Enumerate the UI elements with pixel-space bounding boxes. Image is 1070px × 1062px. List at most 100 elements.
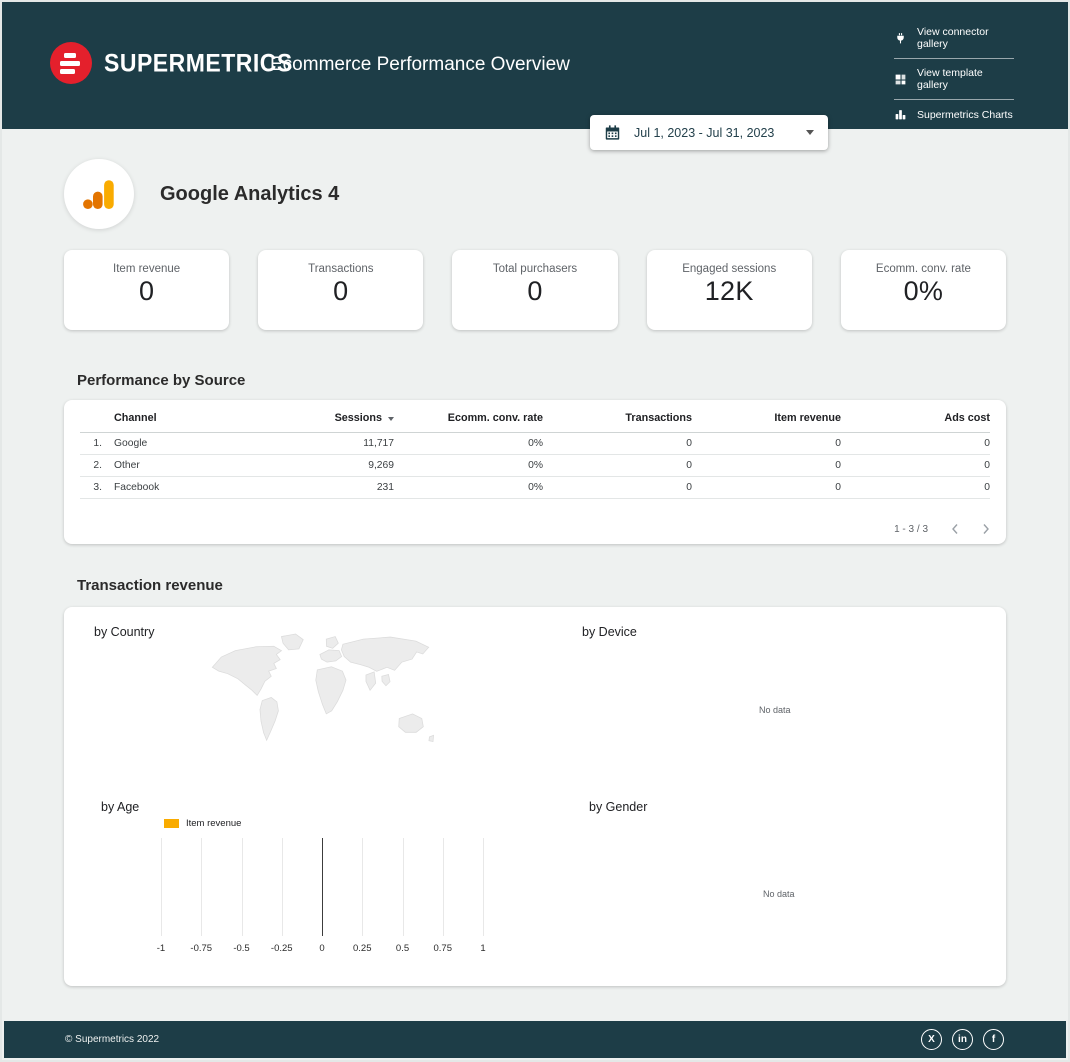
table-row[interactable]: 3. Facebook 231 0% 0 0 0 <box>80 477 990 499</box>
gridline <box>362 838 363 936</box>
legend-label: Item revenue <box>186 818 241 829</box>
page-footer: © Supermetrics 2022 X in f <box>4 1021 1066 1058</box>
map-new-zealand <box>429 735 434 741</box>
cell-transactions: 0 <box>543 477 692 499</box>
cell-channel: Facebook <box>114 477 245 499</box>
map-australia <box>399 714 424 732</box>
table-row[interactable]: 1. Google 11,717 0% 0 0 0 <box>80 433 990 455</box>
axis-tick: -0.25 <box>271 943 293 954</box>
linkedin-icon[interactable]: in <box>952 1029 973 1050</box>
facebook-icon[interactable]: f <box>983 1029 1004 1050</box>
link-supermetrics-charts[interactable]: Supermetrics Charts <box>894 100 1014 129</box>
sort-desc-icon <box>388 417 394 421</box>
table-header-row: Channel Sessions Ecomm. conv. rate Trans… <box>80 405 990 433</box>
col-conv-rate[interactable]: Ecomm. conv. rate <box>394 405 543 433</box>
axis-tick: 0.5 <box>396 943 409 954</box>
panel-label-gender: by Gender <box>589 800 647 814</box>
gridline <box>282 838 283 936</box>
kpi-total-purchasers: Total purchasers 0 <box>452 250 617 330</box>
axis-tick: 0 <box>319 943 324 954</box>
kpi-ecomm-conv-rate: Ecomm. conv. rate 0% <box>841 250 1006 330</box>
map-asia <box>341 637 428 671</box>
cell-sessions: 9,269 <box>245 455 394 477</box>
map-europe <box>320 650 342 662</box>
gridline <box>242 838 243 936</box>
axis-tick: 1 <box>480 943 485 954</box>
gridline <box>443 838 444 936</box>
kpi-item-revenue: Item revenue 0 <box>64 250 229 330</box>
map-scandinavia <box>326 637 338 649</box>
col-channel[interactable]: Channel <box>114 405 245 433</box>
cell-transactions: 0 <box>543 433 692 455</box>
gender-no-data: No data <box>763 889 795 899</box>
template-grid-icon <box>894 73 907 86</box>
header-links: View connector gallery View template gal… <box>894 18 1014 129</box>
cell-item-revenue: 0 <box>692 455 841 477</box>
axis-tick: -0.5 <box>233 943 249 954</box>
supermetrics-logo[interactable]: SUPERMETRICS <box>50 42 293 84</box>
supermetrics-logo-icon <box>50 42 92 84</box>
top-header: SUPERMETRICS Ecommerce Performance Overv… <box>2 2 1068 129</box>
report-body: Google Analytics 4 Item revenue 0 Transa… <box>2 159 1068 986</box>
map-se-asia <box>382 674 390 685</box>
gridline <box>403 838 404 936</box>
social-links: X in f <box>921 1029 1004 1050</box>
dashboard-page: SUPERMETRICS Ecommerce Performance Overv… <box>0 0 1070 1062</box>
col-transactions[interactable]: Transactions <box>543 405 692 433</box>
map-north-america <box>212 646 281 695</box>
kpi-label: Item revenue <box>64 263 229 275</box>
calendar-icon <box>604 124 621 141</box>
axis-tick: -0.75 <box>190 943 212 954</box>
cell-channel: Google <box>114 433 245 455</box>
report-title: Ecommerce Performance Overview <box>270 54 570 76</box>
row-index: 1. <box>80 433 114 455</box>
kpi-label: Ecomm. conv. rate <box>841 263 1006 275</box>
date-range-value: Jul 1, 2023 - Jul 31, 2023 <box>634 126 774 140</box>
panel-label-country: by Country <box>94 625 154 639</box>
panel-label-device: by Device <box>582 625 637 639</box>
cell-conv-rate: 0% <box>394 433 543 455</box>
google-analytics-logo <box>64 159 134 229</box>
cell-item-revenue: 0 <box>692 477 841 499</box>
pagination-prev-icon[interactable] <box>951 523 959 535</box>
section-title-performance: Performance by Source <box>77 372 1006 389</box>
table-row[interactable]: 2. Other 9,269 0% 0 0 0 <box>80 455 990 477</box>
kpi-value: 0 <box>452 276 617 307</box>
col-item-revenue[interactable]: Item revenue <box>692 405 841 433</box>
plug-icon <box>894 32 907 45</box>
kpi-transactions: Transactions 0 <box>258 250 423 330</box>
cell-item-revenue: 0 <box>692 433 841 455</box>
date-range-picker[interactable]: Jul 1, 2023 - Jul 31, 2023 <box>590 115 828 150</box>
world-map[interactable] <box>197 619 453 777</box>
link-connector-gallery[interactable]: View connector gallery <box>894 18 1014 58</box>
cell-sessions: 11,717 <box>245 433 394 455</box>
kpi-label: Total purchasers <box>452 263 617 275</box>
chevron-down-icon <box>806 130 814 135</box>
cell-channel: Other <box>114 455 245 477</box>
cell-ads-cost: 0 <box>841 433 990 455</box>
brand-wordmark: SUPERMETRICS <box>104 48 293 77</box>
cell-sessions: 231 <box>245 477 394 499</box>
age-bar-chart <box>161 838 483 936</box>
link-label: Supermetrics Charts <box>917 109 1013 121</box>
map-greenland <box>281 634 303 650</box>
map-south-america <box>260 697 278 740</box>
x-twitter-icon[interactable]: X <box>921 1029 942 1050</box>
copyright-text: © Supermetrics 2022 <box>65 1034 159 1045</box>
kpi-value: 0 <box>258 276 423 307</box>
col-label: Sessions <box>335 412 382 424</box>
kpi-value: 12K <box>647 276 812 307</box>
link-template-gallery[interactable]: View template gallery <box>894 59 1014 99</box>
cell-transactions: 0 <box>543 455 692 477</box>
kpi-engaged-sessions: Engaged sessions 12K <box>647 250 812 330</box>
zero-axis-line <box>322 838 323 936</box>
section-title-transaction-revenue: Transaction revenue <box>77 577 1006 594</box>
bar-chart-icon <box>894 108 907 121</box>
pagination-next-icon[interactable] <box>982 523 990 535</box>
col-ads-cost[interactable]: Ads cost <box>841 405 990 433</box>
axis-tick: 0.25 <box>353 943 372 954</box>
age-chart-axis: -1 -0.75 -0.5 -0.25 0 0.25 0.5 0.75 1 <box>161 943 483 957</box>
col-sessions[interactable]: Sessions <box>245 405 394 433</box>
map-india <box>366 672 376 690</box>
axis-tick: 0.75 <box>434 943 453 954</box>
